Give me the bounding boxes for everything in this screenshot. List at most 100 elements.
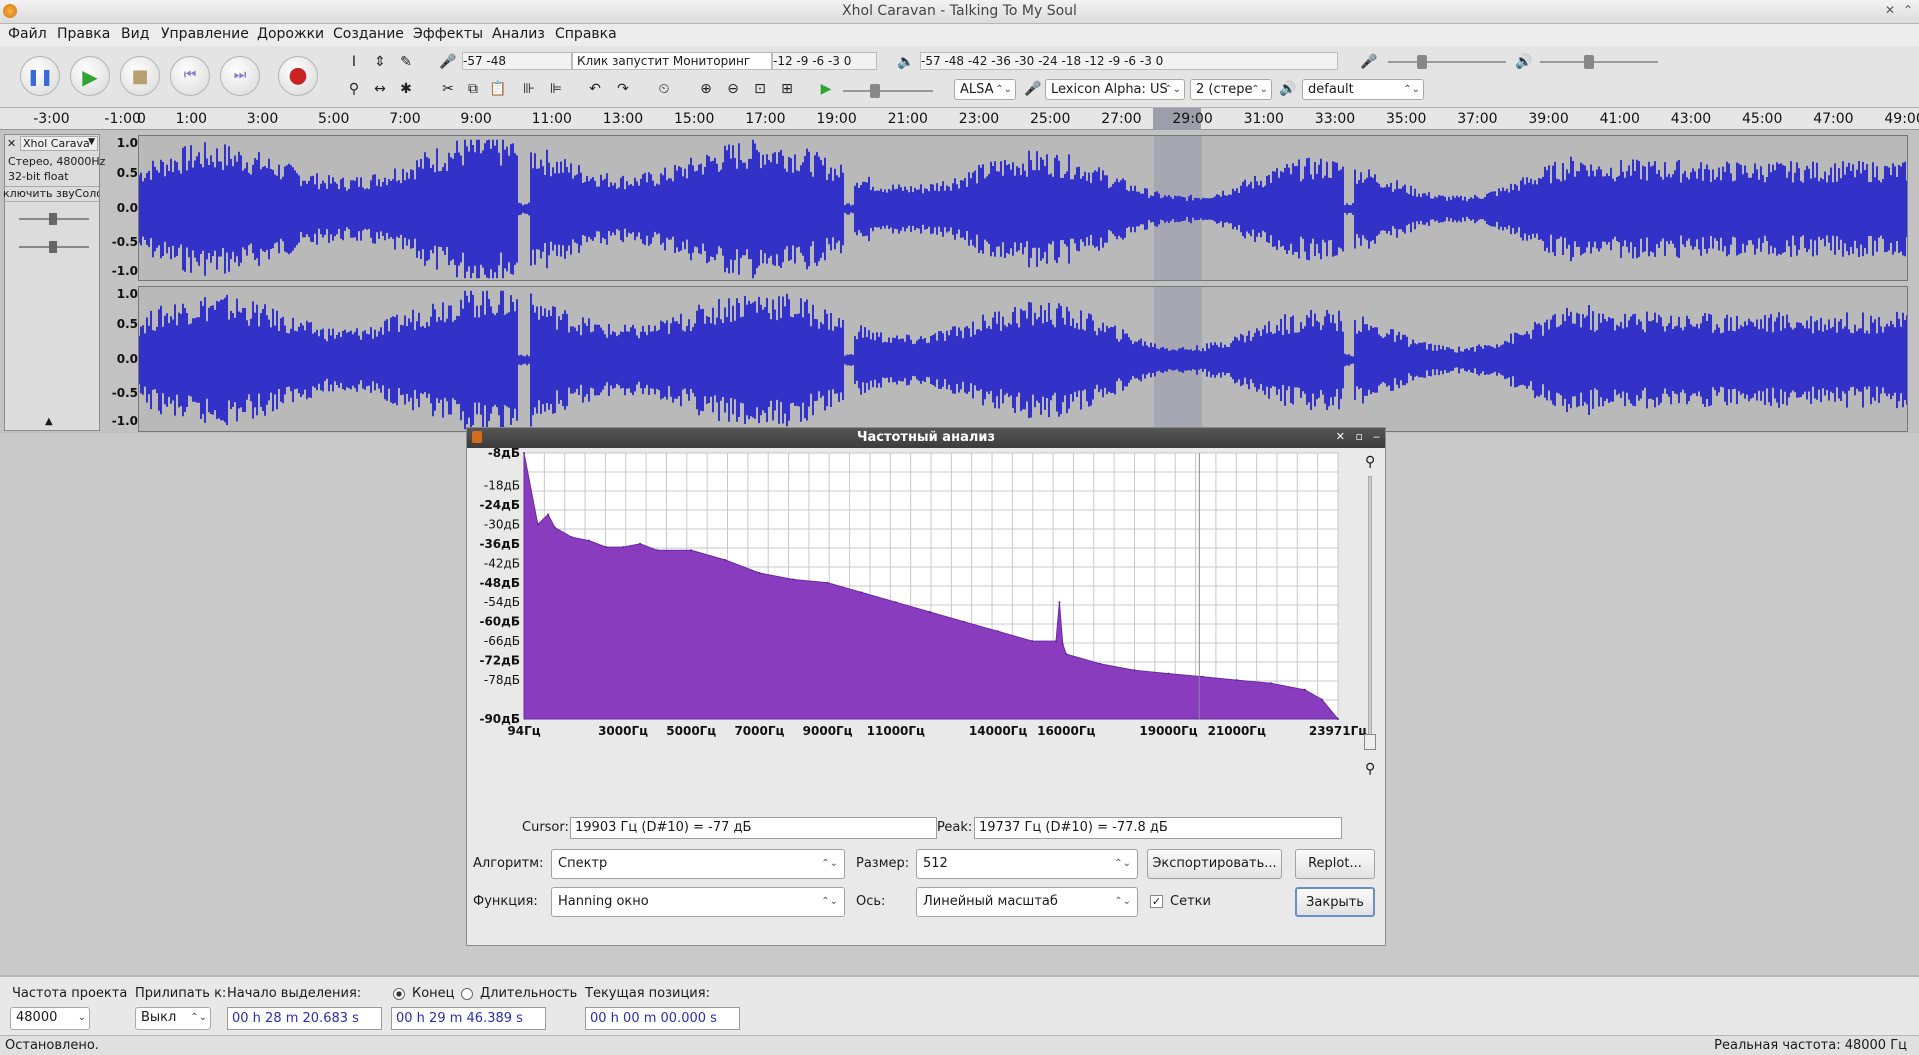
timeshift-tool-icon[interactable]: ↔ [369, 78, 391, 100]
output-device-select[interactable]: default ⌃⌄ [1302, 79, 1424, 100]
zoom-slider-thumb[interactable] [1364, 734, 1376, 750]
mute-solo-buttons[interactable]: ключить звуСоло [3, 186, 99, 202]
audio-position-time[interactable]: 00 h 00 m 00.000 s [585, 1007, 740, 1030]
record-button[interactable]: ● [278, 56, 318, 96]
selection-start-label: Начало выделения: [227, 986, 362, 1001]
menu-tracks[interactable]: Дорожки [257, 26, 324, 42]
fit-project-icon[interactable]: ⊞ [776, 78, 798, 100]
grids-checkbox[interactable]: ✓ [1150, 895, 1163, 908]
scale-label: -1.0 [111, 264, 138, 278]
x-tick-label: 9000Гц [803, 724, 853, 738]
copy-icon[interactable]: ⧉ [462, 78, 484, 100]
play-speed-slider[interactable] [843, 90, 933, 92]
draw-tool-icon[interactable]: ✎ [395, 51, 417, 73]
paste-icon[interactable]: 📋 [487, 78, 509, 100]
timeline-ruler[interactable]: -3:00 -1:00 0 1:00 3:00 5:00 7:00 9:00 11:00 13:0… [0, 108, 1919, 130]
menu-transport[interactable]: Управление [161, 26, 249, 42]
pan-thumb[interactable] [49, 241, 57, 253]
export-button[interactable]: Экспортировать... [1147, 849, 1282, 879]
close-icon[interactable]: ✕ [1885, 3, 1895, 17]
zoom-in-icon[interactable]: ⊕ [695, 78, 717, 100]
multi-tool-icon[interactable]: ✱ [395, 78, 417, 100]
record-meter-right: -12 -9 -6 -3 0 [772, 52, 877, 70]
window-function-select[interactable]: Hanning окно ⌃⌄ [551, 887, 845, 917]
replot-button[interactable]: Replot... [1295, 849, 1375, 879]
skip-end-button[interactable]: ⏭ [220, 56, 260, 96]
output-volume-slider[interactable] [1540, 61, 1658, 63]
zoom-out-icon[interactable]: ⊖ [722, 78, 744, 100]
project-rate-label: Частота проекта [12, 986, 128, 1001]
zoom-slider[interactable] [1368, 476, 1372, 748]
size-select[interactable]: 512 ⌃⌄ [916, 849, 1138, 879]
monitor-toggle[interactable]: Клик запустит Мониторинг [572, 52, 772, 70]
menu-help[interactable]: Справка [555, 26, 617, 42]
undo-icon[interactable]: ↶ [584, 78, 606, 100]
cursor-label: Cursor: [522, 820, 569, 835]
menu-view[interactable]: Вид [121, 26, 149, 42]
close-button[interactable]: Закрыть [1295, 887, 1375, 917]
input-device-select[interactable]: Lexicon Alpha: US ⌃⌄ [1045, 79, 1185, 100]
frequency-analysis-dialog: Частотный анализ ✕ ▫ ‒ -8дБ -18дБ -24дБ -30… [466, 427, 1386, 946]
track-name-menu[interactable]: Xhol Carava ▼ [20, 136, 98, 151]
x-tick-label: 23971Гц [1309, 724, 1367, 738]
zoom-tool-icon[interactable]: ⚲ [343, 78, 365, 100]
y-tick-label: -18дБ [484, 478, 520, 492]
fit-selection-icon[interactable]: ⊡ [749, 78, 771, 100]
selection-tool-icon[interactable]: I [343, 51, 365, 73]
selection-end-time[interactable]: 00 h 29 m 46.389 s [391, 1007, 546, 1030]
zoom-out-icon[interactable]: ⚲ [1365, 761, 1375, 777]
grids-label: Сетки [1170, 894, 1211, 909]
record-meter-icon[interactable]: 🎤 [437, 51, 459, 73]
ruler-tick-label: 29:00 [1172, 111, 1213, 127]
end-radio[interactable] [393, 988, 405, 1000]
audio-host-select[interactable]: ALSA ⌃⌄ [954, 79, 1016, 100]
output-volume-thumb[interactable] [1584, 55, 1594, 69]
input-volume-slider[interactable] [1388, 61, 1506, 63]
input-volume-thumb[interactable] [1417, 55, 1427, 69]
menu-effects[interactable]: Эффекты [413, 26, 483, 42]
play-at-speed-icon[interactable]: ▶ [815, 78, 837, 100]
dialog-close-icon[interactable]: ✕ [1336, 430, 1345, 443]
menu-generate[interactable]: Создание [333, 26, 404, 42]
collapse-track-icon[interactable]: ▲ [45, 416, 53, 427]
waveform-right-channel[interactable] [138, 286, 1908, 432]
chevron-down-icon: ⌃⌄ [821, 858, 838, 869]
algorithm-select[interactable]: Спектр ⌃⌄ [551, 849, 845, 879]
record-meter[interactable]: -57 -48 [462, 52, 572, 70]
chevron-down-icon: ⌄ [77, 1012, 86, 1023]
spectrum-point [1320, 698, 1323, 701]
pause-button[interactable]: ❚❚ [20, 56, 60, 96]
project-rate-select[interactable]: 48000 ⌄ [10, 1007, 90, 1030]
waveform-left-channel[interactable] [138, 135, 1908, 281]
sync-lock-icon[interactable]: ⏲ [653, 78, 675, 100]
menu-file[interactable]: Файл [8, 26, 47, 42]
dialog-maximize-icon[interactable]: ▫ [1356, 430, 1363, 443]
gain-thumb[interactable] [49, 213, 57, 225]
trim-icon[interactable]: ⊪ [518, 78, 540, 100]
playback-meter[interactable]: -57 -48 -42 -36 -30 -24 -18 -12 -9 -6 -3… [920, 52, 1338, 70]
skip-start-button[interactable]: ⏮ [170, 56, 210, 96]
silence-icon[interactable]: ⊫ [545, 78, 567, 100]
dialog-minimize-icon[interactable]: ‒ [1373, 430, 1380, 443]
track-close-icon[interactable]: ✕ [7, 137, 16, 150]
x-tick-label: 16000Гц [1037, 724, 1095, 738]
menu-bar: Файл Правка Вид Управление Дорожки Созда… [0, 24, 1919, 46]
spectrum-point [656, 549, 659, 552]
stop-button[interactable]: ■ [120, 56, 160, 96]
axis-select[interactable]: Линейный масштаб ⌃⌄ [916, 887, 1138, 917]
play-speed-thumb[interactable] [870, 84, 880, 98]
cut-icon[interactable]: ✂ [437, 78, 459, 100]
zoom-in-icon[interactable]: ⚲ [1365, 454, 1375, 470]
play-button[interactable]: ▶ [70, 56, 110, 96]
menu-analyze[interactable]: Анализ [492, 26, 545, 42]
selection-start-time[interactable]: 00 h 28 m 20.683 s [227, 1007, 382, 1030]
spectrum-plot[interactable]: -8дБ -18дБ -24дБ -30дБ -36дБ -42дБ -48дБ -54дБ -… [467, 448, 1385, 788]
menu-edit[interactable]: Правка [57, 26, 110, 42]
maximize-icon[interactable]: ⌃ [1903, 3, 1913, 17]
snap-to-select[interactable]: Выкл ⌃⌄ [135, 1007, 211, 1030]
redo-icon[interactable]: ↷ [612, 78, 634, 100]
envelope-tool-icon[interactable]: ⇕ [369, 51, 391, 73]
channels-select[interactable]: 2 (стере ⌃⌄ [1190, 79, 1272, 100]
record-icon: ● [288, 63, 308, 88]
length-radio[interactable] [461, 988, 473, 1000]
